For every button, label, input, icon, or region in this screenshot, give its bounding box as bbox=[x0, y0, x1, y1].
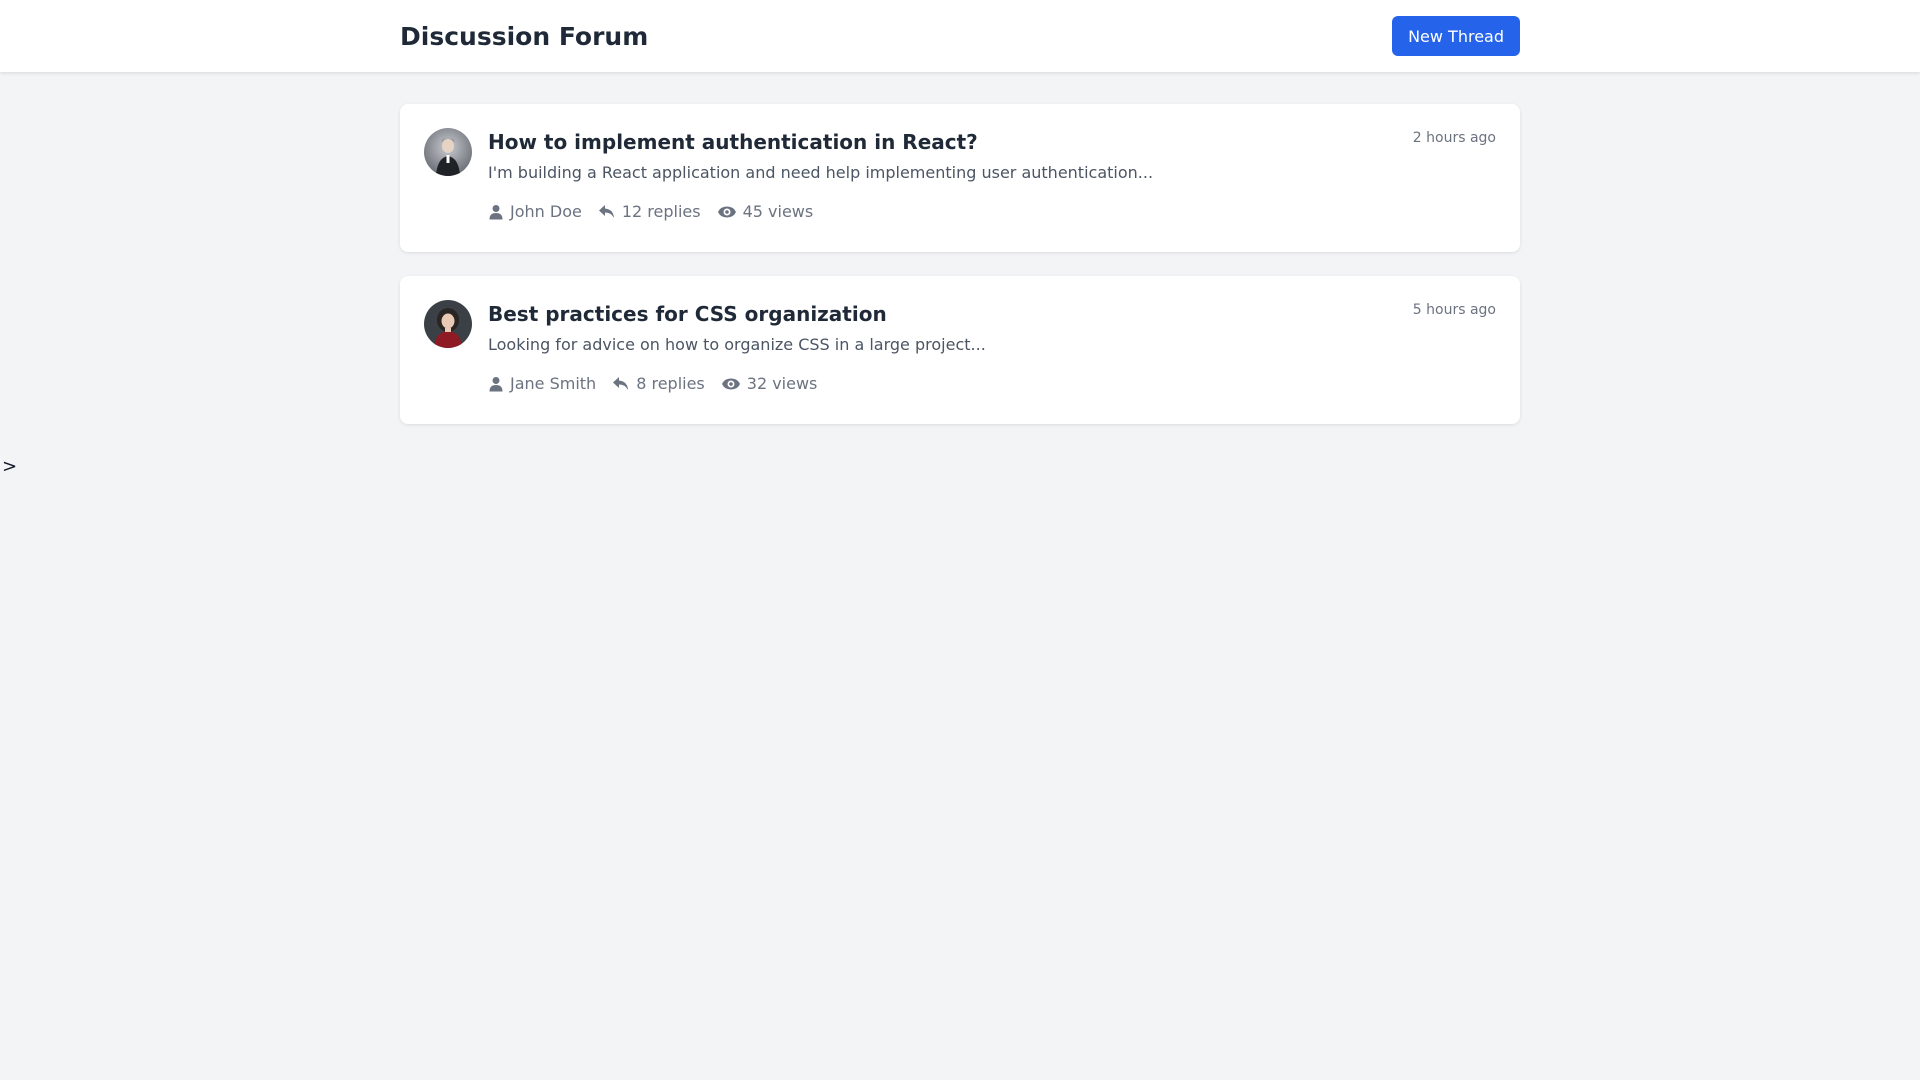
reply-count: 8 replies bbox=[636, 374, 705, 393]
views-meta: 32 views bbox=[721, 374, 818, 393]
thread-meta: John Doe 12 replies 45 views bbox=[488, 202, 1496, 221]
thread-meta: Jane Smith 8 replies 32 views bbox=[488, 374, 1496, 393]
navbar-container: Discussion Forum New Thread bbox=[400, 0, 1520, 72]
thread-timestamp: 5 hours ago bbox=[1412, 302, 1496, 318]
top-navbar: Discussion Forum New Thread bbox=[0, 0, 1920, 72]
author-meta: John Doe bbox=[488, 202, 582, 221]
thread-excerpt: I'm building a React application and nee… bbox=[488, 163, 1154, 182]
author-name: John Doe bbox=[510, 202, 582, 221]
user-icon bbox=[489, 376, 503, 391]
eye-icon bbox=[717, 206, 736, 217]
reply-icon bbox=[613, 376, 629, 390]
author-avatar bbox=[424, 128, 472, 176]
thread-timestamp: 2 hours ago bbox=[1412, 130, 1496, 146]
view-count: 45 views bbox=[742, 202, 814, 221]
author-name: Jane Smith bbox=[510, 374, 597, 393]
replies-meta: 8 replies bbox=[612, 374, 705, 393]
view-count: 32 views bbox=[746, 374, 818, 393]
thread-title[interactable]: Best practices for CSS organization bbox=[488, 300, 1496, 328]
views-meta: 45 views bbox=[717, 202, 814, 221]
user-icon bbox=[489, 204, 503, 219]
reply-count: 12 replies bbox=[621, 202, 701, 221]
avatar-photo-icon bbox=[424, 300, 472, 348]
thread-body: How to implement authentication in React… bbox=[488, 128, 1496, 221]
thread-list: How to implement authentication in React… bbox=[400, 104, 1520, 448]
site-title: Discussion Forum bbox=[400, 21, 649, 51]
thread-card[interactable]: Best practices for CSS organization 5 ho… bbox=[400, 276, 1520, 424]
thread-body: Best practices for CSS organization 5 ho… bbox=[488, 300, 1496, 393]
author-meta: Jane Smith bbox=[488, 374, 596, 393]
new-thread-button[interactable]: New Thread bbox=[1392, 16, 1520, 56]
stray-text: > bbox=[2, 456, 18, 477]
author-avatar bbox=[424, 300, 472, 348]
eye-icon bbox=[721, 378, 740, 389]
replies-meta: 12 replies bbox=[598, 202, 701, 221]
reply-icon bbox=[598, 204, 614, 218]
avatar-photo-icon bbox=[424, 128, 472, 176]
thread-excerpt: Looking for advice on how to organize CS… bbox=[488, 335, 986, 354]
thread-card[interactable]: How to implement authentication in React… bbox=[400, 104, 1520, 252]
thread-title[interactable]: How to implement authentication in React… bbox=[488, 128, 1496, 156]
